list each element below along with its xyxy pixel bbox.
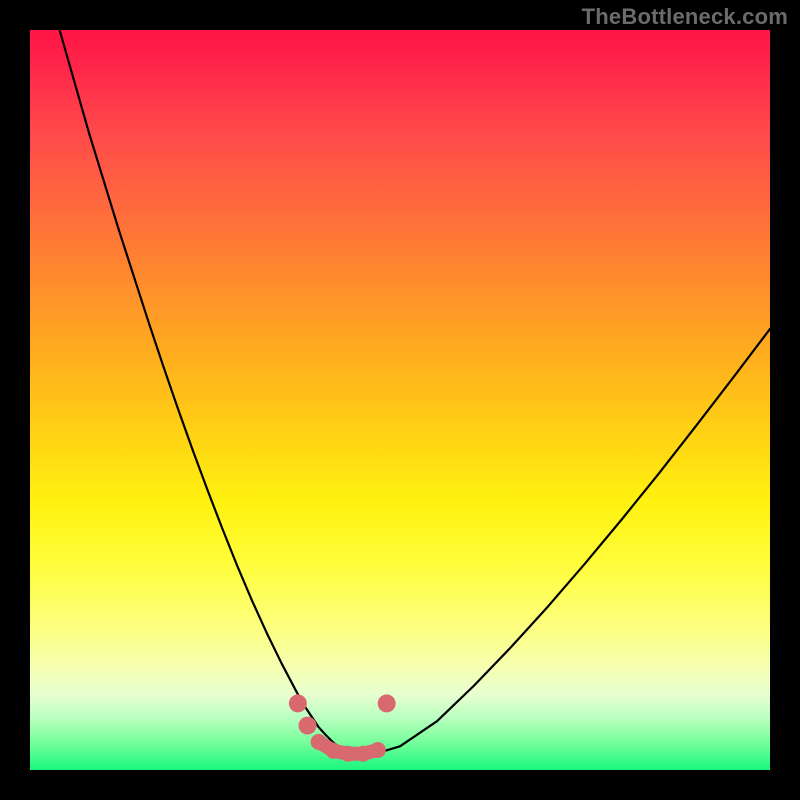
marker-range-flat-b — [340, 746, 356, 762]
marker-range-left-top — [289, 694, 307, 712]
bottleneck-curve — [60, 30, 770, 755]
optimal-range-markers — [289, 694, 396, 761]
marker-range-left-mid — [299, 717, 317, 735]
marker-range-flat-a — [325, 743, 341, 759]
chart-frame: TheBottleneck.com — [0, 0, 800, 800]
marker-range-right-top — [378, 694, 396, 712]
marker-range-right-bottom — [370, 742, 386, 758]
marker-range-left-bottom — [311, 734, 327, 750]
watermark-text: TheBottleneck.com — [582, 4, 788, 30]
chart-overlay-svg — [30, 30, 770, 770]
marker-range-flat-c — [355, 746, 371, 762]
